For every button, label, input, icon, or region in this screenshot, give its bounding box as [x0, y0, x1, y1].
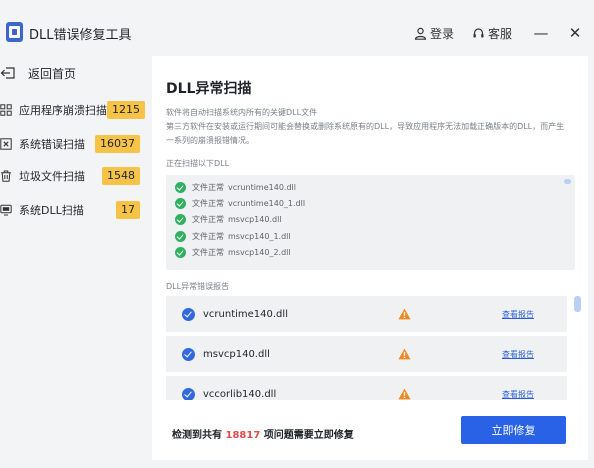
count-badge: 17 [116, 201, 140, 219]
view-report-link[interactable]: 查看报告 [502, 389, 534, 400]
scan-file: msvcp140_1.dll [228, 232, 291, 241]
report-file: vcruntime140.dll [203, 308, 288, 320]
table-row: vcruntime140.dll 查看报告 [166, 296, 567, 332]
page-title: DLL异常扫描 [166, 81, 252, 97]
sidebar-item-label: 垃圾文件扫描 [19, 170, 85, 183]
main-panel: DLL异常扫描 软件将自动扫描系统内所有的关键DLL文件 第三方软件在安装或运行… [152, 56, 588, 460]
close-button[interactable]: ✕ [564, 24, 586, 42]
title-bar-actions: 登录 客服 — ✕ [414, 23, 594, 43]
headset-icon [473, 27, 484, 37]
scan-status: 文件正常 [192, 183, 224, 192]
report-scrollbar[interactable] [574, 296, 581, 312]
scan-file: msvcp140.dll [228, 215, 282, 224]
sidebar-item-label: 应用程序崩溃扫描 [19, 104, 107, 117]
customer-service-button[interactable]: 客服 [472, 25, 512, 42]
scan-status: 文件正常 [192, 232, 224, 241]
list-item: 文件正常 msvcp140_1.dll [175, 230, 291, 243]
page-description: 软件将自动扫描系统内所有的关键DLL文件 第三方软件在安装或运行期间可能会替换或… [166, 106, 566, 148]
sidebar-item-junk-file-scan[interactable]: 垃圾文件扫描 1548 [0, 167, 140, 185]
issue-count: 18817 [225, 430, 261, 441]
sidebar-item-label: 系统DLL扫描 [19, 204, 84, 217]
grid-icon [0, 104, 12, 116]
row-checkbox[interactable] [182, 347, 195, 361]
service-label: 客服 [487, 26, 512, 41]
list-item: 文件正常 msvcp140.dll [175, 213, 282, 226]
sidebar: 返回首页 应用程序崩溃扫描 1215 系统错误扫描 16037 垃圾文件扫描 1… [0, 56, 145, 468]
scan-file: msvcp140_2.dll [228, 248, 291, 257]
app-title: DLL错误修复工具 [29, 28, 132, 43]
count-badge: 1215 [107, 101, 145, 119]
back-home-button[interactable]: 返回首页 [0, 63, 76, 83]
user-icon [414, 27, 427, 40]
sidebar-item-system-dll-scan[interactable]: 系统DLL扫描 17 [0, 201, 140, 219]
app-logo-icon [6, 22, 23, 42]
row-checkbox[interactable] [182, 387, 195, 400]
list-item: 文件正常 vcruntime140.dll [175, 181, 296, 194]
sidebar-item-app-crash-scan[interactable]: 应用程序崩溃扫描 1215 [0, 101, 145, 119]
report-section-label: DLL异常错误报告 [166, 282, 230, 291]
minimize-button[interactable]: — [530, 24, 552, 42]
summary-prefix: 检测到共有 [172, 430, 222, 441]
warning-icon [398, 308, 411, 320]
table-row: msvcp140.dll 查看报告 [166, 336, 567, 372]
list-item: 文件正常 vcruntime140_1.dll [175, 197, 305, 210]
trash-icon [1, 170, 11, 182]
scan-section-label: 正在扫描以下DLL [166, 159, 230, 168]
summary-suffix: 项问题需要立即修复 [263, 430, 354, 441]
check-circle-icon [175, 198, 186, 209]
sidebar-item-system-error-scan[interactable]: 系统错误扫描 16037 [0, 135, 140, 153]
dll-monitor-icon [0, 204, 12, 216]
check-circle-icon [175, 231, 186, 242]
check-circle-icon [175, 182, 186, 193]
view-report-link[interactable]: 查看报告 [502, 349, 534, 360]
scan-list[interactable]: 文件正常 vcruntime140.dll 文件正常 vcruntime140_… [166, 175, 575, 270]
view-report-link[interactable]: 查看报告 [502, 309, 534, 320]
list-item: 文件正常 msvcp140_2.dll [175, 246, 291, 259]
row-checkbox[interactable] [182, 307, 195, 321]
scan-file: vcruntime140.dll [228, 183, 296, 192]
scan-list-scrollbar[interactable] [564, 179, 571, 184]
back-arrow-icon [0, 67, 15, 79]
count-badge: 1548 [102, 167, 140, 185]
warning-icon [398, 388, 411, 400]
report-file: msvcp140.dll [203, 348, 270, 360]
scan-status: 文件正常 [192, 199, 224, 208]
error-box-icon [0, 138, 12, 150]
check-circle-icon [175, 247, 186, 258]
login-button[interactable]: 登录 [414, 25, 454, 42]
count-badge: 16037 [95, 135, 140, 153]
error-report-list[interactable]: vcruntime140.dll 查看报告 msvcp140.dll 查看报告 … [166, 296, 581, 400]
issue-summary: 检测到共有 18817 项问题需要立即修复 [172, 426, 354, 441]
report-file: vccorlib140.dll [203, 388, 277, 400]
login-label: 登录 [429, 26, 454, 41]
sidebar-item-label: 系统错误扫描 [19, 138, 85, 151]
fix-now-button[interactable]: 立即修复 [461, 416, 566, 444]
title-bar: DLL错误修复工具 登录 客服 — ✕ [0, 0, 594, 56]
footer-bar: 检测到共有 18817 项问题需要立即修复 立即修复 [152, 406, 588, 460]
scan-status: 文件正常 [192, 248, 224, 257]
warning-icon [398, 348, 411, 360]
back-home-label: 返回首页 [28, 66, 77, 81]
description-paragraph: 第三方软件在安装或运行期间可能会替换或删除系统原有的DLL，导致应用程序无法加载… [166, 122, 565, 145]
scan-status: 文件正常 [192, 215, 224, 224]
description-line: 软件将自动扫描系统内所有的关键DLL文件 [166, 108, 318, 117]
check-circle-icon [175, 214, 186, 225]
scan-file: vcruntime140_1.dll [228, 199, 306, 208]
table-row: vccorlib140.dll 查看报告 [166, 376, 567, 400]
